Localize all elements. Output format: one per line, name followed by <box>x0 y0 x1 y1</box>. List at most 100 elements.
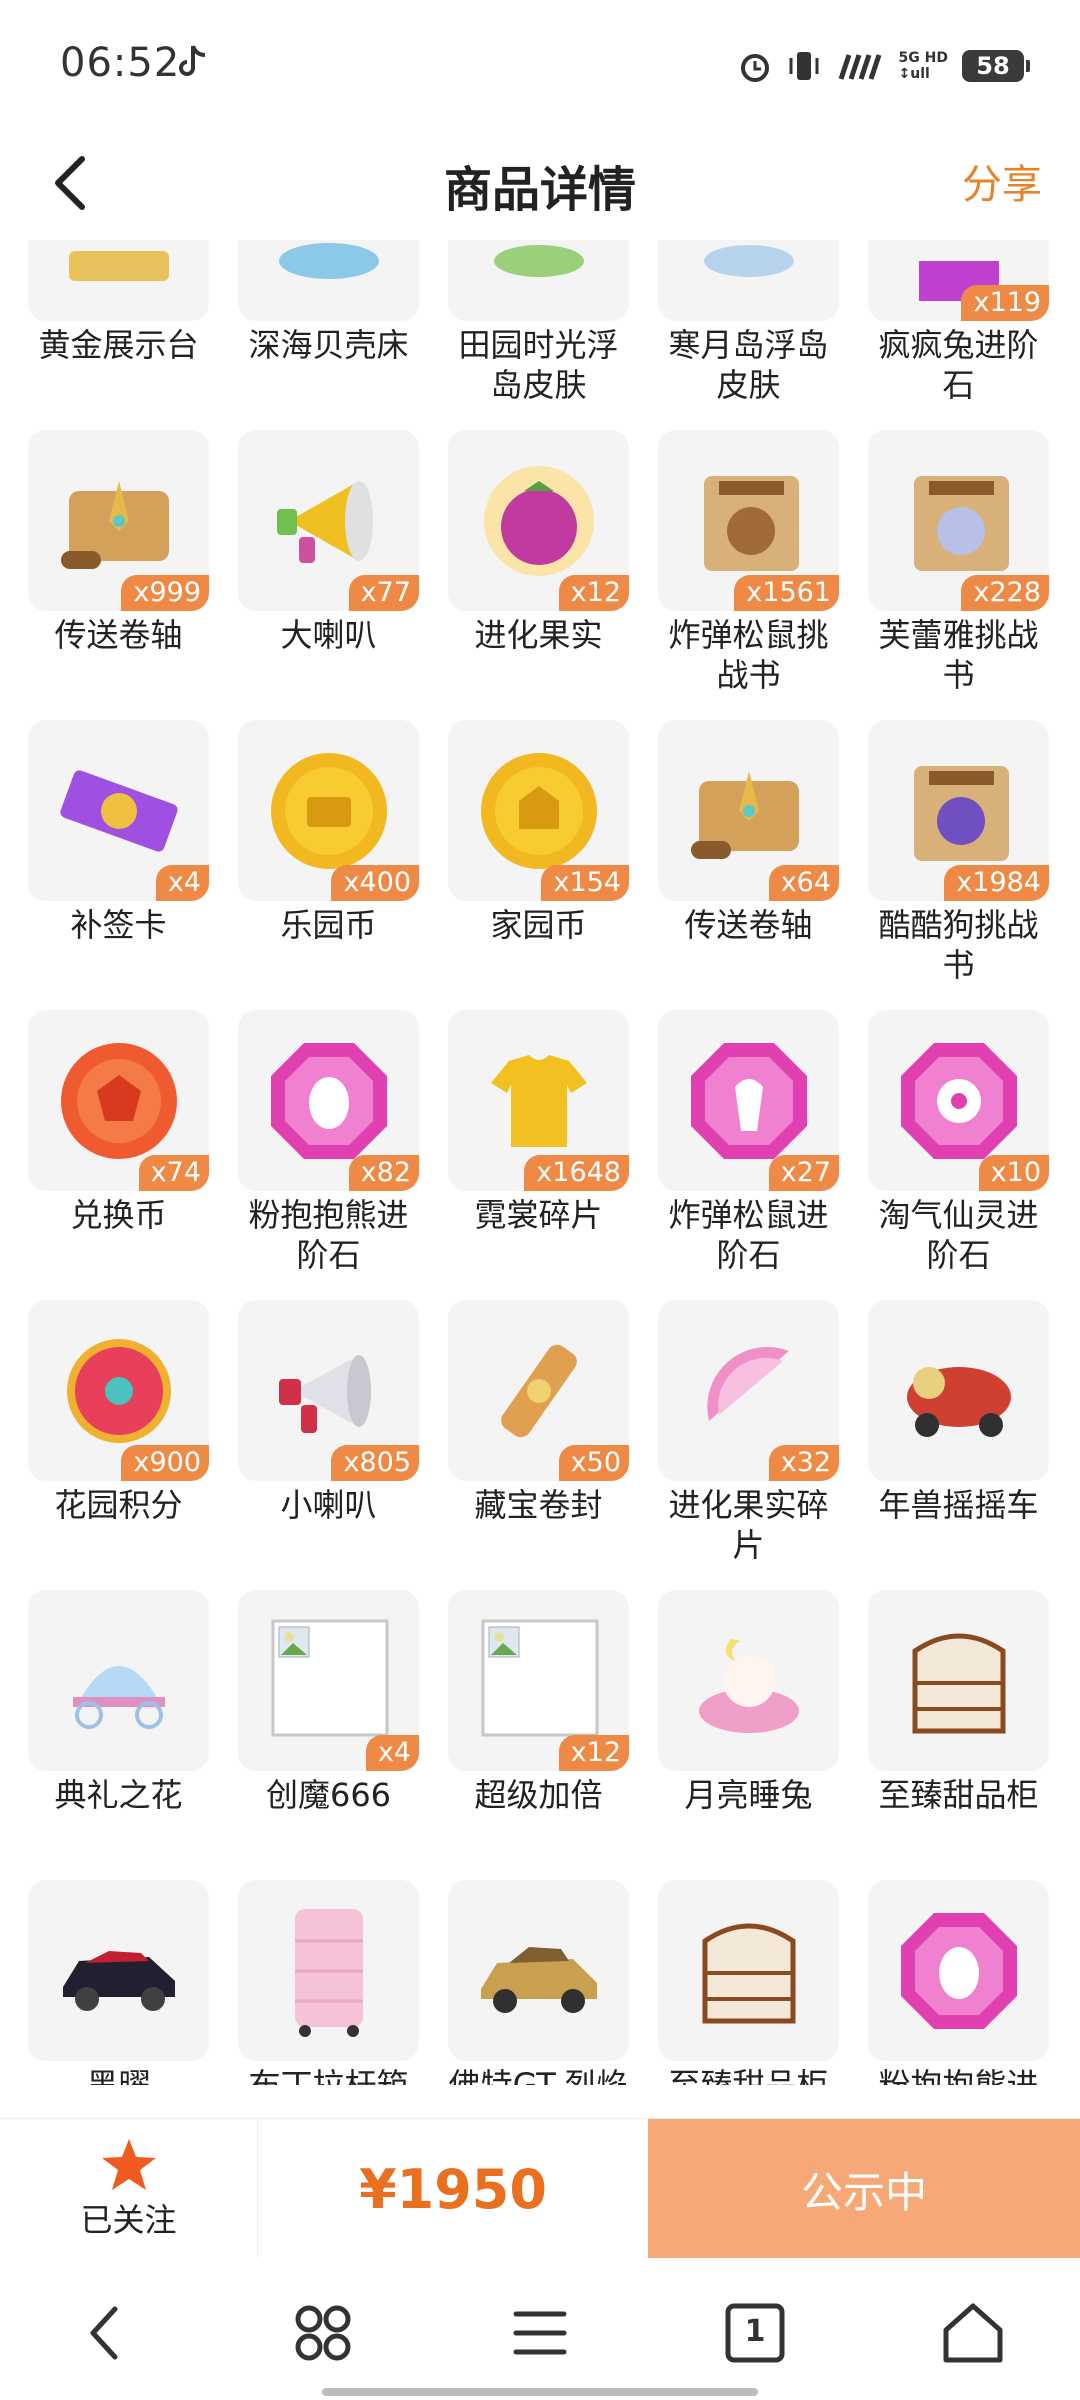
grid-item[interactable]: x1561 炸弹松鼠挑战书 <box>658 430 839 720</box>
grid-item[interactable]: x77 大喇叭 <box>238 430 419 720</box>
price-label: ¥1950 <box>359 2157 547 2221</box>
grid-item[interactable]: x12 超级加倍 <box>448 1590 629 1880</box>
item-image <box>868 1590 1049 1771</box>
item-image: x27 <box>658 1010 839 1191</box>
item-image: x12 <box>448 1590 629 1771</box>
grid-item[interactable]: x228 芙蕾雅挑战书 <box>868 430 1049 720</box>
grid-item[interactable]: 黄金展示台 <box>28 240 209 430</box>
grid-item[interactable]: x1648 霓裳碎片 <box>448 1010 629 1300</box>
suitcase-icon <box>294 1908 363 2037</box>
status-time: 06:52 <box>60 40 181 86</box>
item-quantity: x228 <box>961 575 1049 611</box>
broken-image-icon <box>271 1619 388 1736</box>
item-name: 超级加倍 <box>474 1776 603 1814</box>
grid-item[interactable]: x154 家园币 <box>448 720 629 1010</box>
scroll-icon <box>60 480 169 569</box>
item-quantity: x1648 <box>524 1155 629 1191</box>
grid-item[interactable]: x12 进化果实 <box>448 430 629 720</box>
item-quantity: x82 <box>348 1155 419 1191</box>
grid-item[interactable]: 典礼之花 <box>28 1590 209 1880</box>
follow-label: 已关注 <box>80 2201 177 2239</box>
item-image <box>658 1880 839 2061</box>
grid-item[interactable]: x1984 酷酷狗挑战书 <box>868 720 1049 1010</box>
item-name: 炸弹松鼠挑战书 <box>668 616 829 694</box>
item-quantity: x77 <box>348 575 419 611</box>
apps-icon <box>295 2305 351 2361</box>
share-button[interactable]: 分享 <box>962 152 1042 210</box>
grid-item[interactable]: x400 乐园币 <box>238 720 419 1010</box>
ticket-icon <box>59 769 178 852</box>
grid-item[interactable]: x10 淘气仙灵进阶石 <box>868 1010 1049 1300</box>
grid-item[interactable]: 黑曜 <box>28 1880 209 2085</box>
item-quantity: x400 <box>331 865 419 901</box>
item-image <box>658 1590 839 1771</box>
page-title: 商品详情 <box>443 162 636 218</box>
item-name: 至臻甜品柜 <box>668 2066 829 2085</box>
signal-icon <box>838 54 881 80</box>
grid-item[interactable]: x999 传送卷轴 <box>28 430 209 720</box>
nav-home-button[interactable] <box>938 2298 1008 2368</box>
grid-item[interactable]: 佛特GT-烈焰II <box>448 1880 629 2085</box>
alarm-icon <box>740 54 769 82</box>
grid-item[interactable]: x4 补签卡 <box>28 720 209 1010</box>
grid-item[interactable]: x4 创魔666 <box>238 1590 419 1880</box>
home-indicator[interactable] <box>322 2388 758 2396</box>
item-image <box>28 240 209 321</box>
page-header: 商品详情 分享 <box>0 130 1080 240</box>
item-quantity: x12 <box>558 575 629 611</box>
grid-item[interactable]: x64 传送卷轴 <box>658 720 839 1010</box>
item-name: 花园积分 <box>54 1486 183 1524</box>
nav-apps-button[interactable] <box>288 2298 358 2368</box>
item-image: x400 <box>238 720 419 901</box>
wanted-poster-icon <box>703 475 799 571</box>
grid-item[interactable]: 寒月岛浮岛皮肤 <box>658 240 839 430</box>
grid-item[interactable]: x27 炸弹松鼠进阶石 <box>658 1010 839 1300</box>
item-name: 小喇叭 <box>280 1486 377 1524</box>
item-image: x228 <box>868 430 1049 611</box>
action-bar: 已关注 ¥1950 公示中 <box>0 2118 1080 2259</box>
item-quantity: x805 <box>331 1445 419 1481</box>
grid-item[interactable]: 年兽摇摇车 <box>868 1300 1049 1590</box>
grid-item[interactable]: 粉抱抱熊进阶石 <box>868 1880 1049 2085</box>
item-image <box>238 1880 419 2061</box>
item-image <box>868 1880 1049 2061</box>
status-bar: 06:52 5G HD ↕ull 58 <box>0 0 1080 130</box>
grid-item[interactable]: 深海贝壳床 <box>238 240 419 430</box>
item-grid-scroll[interactable]: 黄金展示台 深海贝壳床 田园时光浮岛皮肤 寒月岛浮岛皮肤 x119 疯疯兔进阶石… <box>0 240 1080 2085</box>
grid-item[interactable]: x74 兑换币 <box>28 1010 209 1300</box>
grid-item[interactable]: 布丁拉杆箱 <box>238 1880 419 2085</box>
item-image: x1984 <box>868 720 1049 901</box>
grid-item[interactable]: x82 粉抱抱熊进阶石 <box>238 1010 419 1300</box>
shirt-icon <box>490 1054 587 1147</box>
grid-item[interactable]: 至臻甜品柜 <box>658 1880 839 2085</box>
item-name: 进化果实碎片 <box>668 1486 829 1564</box>
grid-item[interactable]: 至臻甜品柜 <box>868 1590 1049 1880</box>
gem-icon <box>900 1042 1017 1159</box>
follow-button[interactable]: 已关注 <box>0 2119 258 2259</box>
nav-back-button[interactable] <box>70 2298 140 2368</box>
grid-item[interactable]: x32 进化果实碎片 <box>658 1300 839 1590</box>
shell-bed-icon <box>278 242 379 279</box>
grid-item[interactable]: x50 藏宝卷封 <box>448 1300 629 1590</box>
grid-item[interactable]: x805 小喇叭 <box>238 1300 419 1590</box>
exchange-coin-icon <box>60 1042 177 1159</box>
grid-item[interactable]: x119 疯疯兔进阶石 <box>868 240 1049 430</box>
item-name: 佛特GT-烈焰II <box>448 2066 629 2085</box>
item-grid: 黄金展示台 深海贝壳床 田园时光浮岛皮肤 寒月岛浮岛皮肤 x119 疯疯兔进阶石… <box>28 240 1068 2085</box>
grid-item[interactable]: 月亮睡兔 <box>658 1590 839 1880</box>
nav-menu-button[interactable] <box>505 2298 575 2368</box>
item-name: 补签卡 <box>70 906 167 944</box>
item-quantity: x64 <box>768 865 839 901</box>
carriage-icon <box>72 1665 165 1729</box>
grid-item[interactable]: 田园时光浮岛皮肤 <box>448 240 629 430</box>
item-name: 兑换币 <box>70 1196 167 1234</box>
item-name: 家园币 <box>490 906 587 944</box>
item-name: 黑曜 <box>86 2066 151 2085</box>
grid-item[interactable]: x900 花园积分 <box>28 1300 209 1590</box>
chevron-left-icon <box>90 2306 118 2360</box>
item-image: x1561 <box>658 430 839 611</box>
publicity-status-button[interactable]: 公示中 <box>648 2119 1080 2259</box>
wanted-poster-icon <box>913 475 1009 571</box>
item-image: x154 <box>448 720 629 901</box>
nav-tabs-button[interactable]: 1 <box>720 2298 790 2368</box>
